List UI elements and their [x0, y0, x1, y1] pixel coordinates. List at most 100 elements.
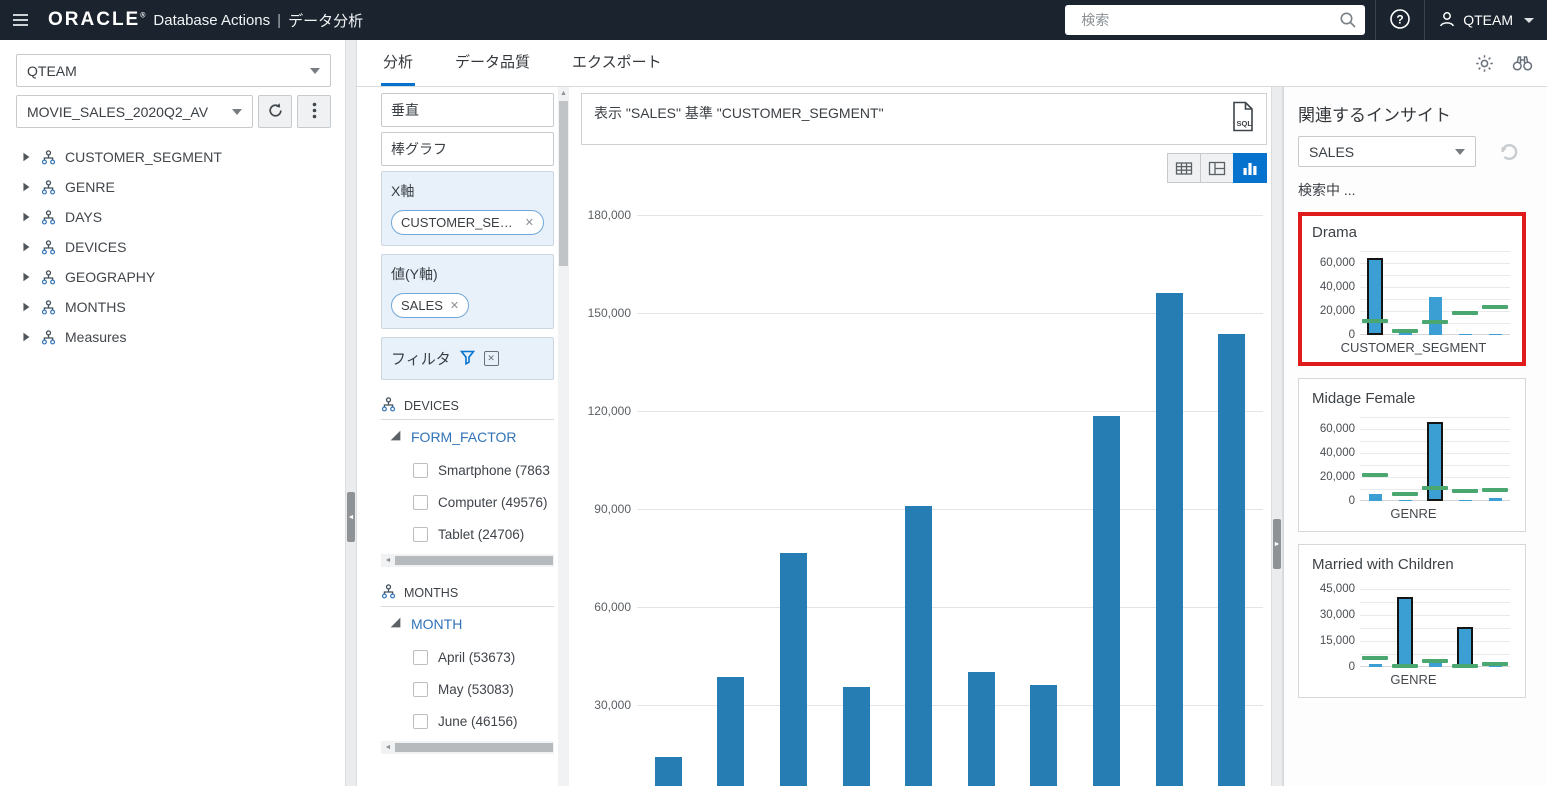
find-binoculars-icon[interactable]	[1512, 54, 1533, 72]
insight-card[interactable]: Midage Female020,00040,00060,000GENRE	[1298, 378, 1526, 532]
clear-filter-button[interactable]	[484, 351, 499, 366]
settings-gear-icon[interactable]	[1475, 54, 1494, 73]
kebab-menu-icon	[312, 102, 317, 122]
scroll-up-icon[interactable]	[558, 87, 569, 97]
chart-bar[interactable]	[968, 672, 995, 786]
tree-item-devices[interactable]: DEVICES	[16, 232, 331, 262]
gridline	[1360, 417, 1510, 418]
filter-hierarchy-form_factor[interactable]: FORM_FACTOR	[381, 420, 554, 454]
expand-arrow-icon[interactable]	[20, 271, 32, 283]
chart-bar[interactable]	[1093, 416, 1120, 786]
y-axis-section: 値(Y軸) SALES	[381, 254, 554, 329]
median-line	[1422, 486, 1448, 490]
analytic-view-select[interactable]: MOVIE_SALES_2020Q2_AV	[16, 95, 253, 128]
checkbox[interactable]	[413, 463, 428, 478]
chart-bar[interactable]	[1030, 685, 1057, 786]
scrollbar-thumb[interactable]	[395, 743, 553, 752]
collapse-left-panel-handle[interactable]: ◄	[347, 492, 355, 542]
chart-type-select[interactable]: 棒グラフ	[381, 132, 554, 166]
filter-label: フィルタ	[391, 348, 451, 369]
tab-bar: 分析 データ品質 エクスポート	[357, 40, 1547, 87]
gridline	[1360, 602, 1510, 603]
expand-arrow-icon[interactable]	[20, 301, 32, 313]
tree-item-geography[interactable]: GEOGRAPHY	[16, 262, 331, 292]
x-axis-label: X軸	[391, 181, 544, 201]
y-tick-label: 30,000	[594, 698, 631, 712]
tree-item-days[interactable]: DAYS	[16, 202, 331, 232]
y-tick-label: 0	[1349, 329, 1355, 341]
refresh-button[interactable]	[258, 95, 292, 128]
user-menu[interactable]: QTEAM	[1424, 0, 1547, 40]
collapse-triangle-icon[interactable]	[389, 616, 402, 632]
filter-dimension-header: MONTHS	[381, 579, 554, 607]
help-button[interactable]: ?	[1375, 0, 1424, 40]
scroll-left-icon[interactable]	[381, 557, 395, 564]
tree-item-genre[interactable]: GENRE	[16, 172, 331, 202]
insight-card[interactable]: Drama020,00040,00060,000CUSTOMER_SEGMENT	[1298, 212, 1526, 366]
checkbox[interactable]	[413, 682, 428, 697]
chart-bar[interactable]	[1218, 334, 1245, 786]
hierarchy-icon	[41, 240, 56, 255]
insight-chart-bar	[1369, 664, 1382, 667]
chart-bar[interactable]	[655, 757, 682, 786]
left-splitter[interactable]: ◄	[345, 40, 357, 786]
y-tick-label: 0	[1349, 495, 1355, 507]
checkbox[interactable]	[413, 650, 428, 665]
tree-item-measures[interactable]: Measures	[16, 322, 331, 352]
search-icon[interactable]	[1339, 11, 1357, 32]
remove-chip-icon[interactable]	[525, 216, 534, 229]
tree-item-customer_segment[interactable]: CUSTOMER_SEGMENT	[16, 142, 331, 172]
expand-arrow-icon[interactable]	[20, 211, 32, 223]
pivot-view-button[interactable]	[1200, 153, 1234, 183]
filter-option-row: May (53083)	[381, 673, 554, 705]
insight-card[interactable]: Married with Children015,00030,00045,000…	[1298, 544, 1526, 698]
collapse-triangle-icon[interactable]	[389, 429, 402, 445]
scrollbar-thumb[interactable]	[395, 556, 553, 565]
tree-item-label: DEVICES	[65, 239, 126, 255]
expand-arrow-icon[interactable]	[20, 331, 32, 343]
insight-chart-bar	[1399, 500, 1412, 501]
filter-dimension-header: DEVICES	[381, 392, 554, 420]
chart-bar[interactable]	[843, 687, 870, 786]
insight-measure-select[interactable]: SALES	[1298, 136, 1476, 167]
insight-chart-bar	[1367, 258, 1383, 335]
scroll-left-icon[interactable]	[381, 744, 395, 751]
orientation-select[interactable]: 垂直	[381, 93, 554, 127]
schema-select[interactable]: QTEAM	[16, 54, 331, 87]
expand-arrow-icon[interactable]	[20, 151, 32, 163]
hamburger-menu-icon[interactable]	[0, 0, 40, 40]
refresh-insights-button[interactable]	[1496, 139, 1522, 165]
scrollbar-thumb[interactable]	[559, 101, 568, 266]
y-axis-chip[interactable]: SALES	[391, 293, 469, 318]
chart-bar[interactable]	[905, 506, 932, 786]
checkbox[interactable]	[413, 714, 428, 729]
search-input[interactable]	[1065, 5, 1365, 35]
tab-data-quality[interactable]: データ品質	[453, 40, 532, 86]
median-line	[1482, 662, 1508, 666]
config-vertical-scrollbar[interactable]	[558, 87, 569, 786]
more-actions-button[interactable]	[297, 95, 331, 128]
expand-arrow-icon[interactable]	[20, 241, 32, 253]
y-tick-label: 30,000	[1320, 609, 1355, 621]
chart-bar[interactable]	[717, 677, 744, 786]
checkbox[interactable]	[413, 495, 428, 510]
right-splitter[interactable]: ►	[1271, 87, 1283, 786]
show-sql-button[interactable]: SQL	[1230, 94, 1266, 144]
chart-bar[interactable]	[1156, 293, 1183, 786]
chart-bar[interactable]	[780, 553, 807, 786]
bar-chart-view-button[interactable]	[1233, 153, 1267, 183]
collapse-right-panel-handle[interactable]: ►	[1273, 519, 1281, 569]
horizontal-scrollbar[interactable]	[381, 741, 554, 754]
expand-arrow-icon[interactable]	[20, 181, 32, 193]
table-view-button[interactable]	[1167, 153, 1201, 183]
tab-analysis[interactable]: 分析	[381, 40, 415, 86]
y-axis-labels: 015,00030,00045,000	[1312, 581, 1360, 667]
filter-hierarchy-month[interactable]: MONTH	[381, 607, 554, 641]
tree-item-label: CUSTOMER_SEGMENT	[65, 149, 222, 165]
remove-chip-icon[interactable]	[450, 299, 459, 312]
tab-export[interactable]: エクスポート	[570, 40, 664, 86]
checkbox[interactable]	[413, 527, 428, 542]
tree-item-months[interactable]: MONTHS	[16, 292, 331, 322]
x-axis-chip[interactable]: CUSTOMER_SEG...	[391, 210, 544, 235]
horizontal-scrollbar[interactable]	[381, 554, 554, 567]
